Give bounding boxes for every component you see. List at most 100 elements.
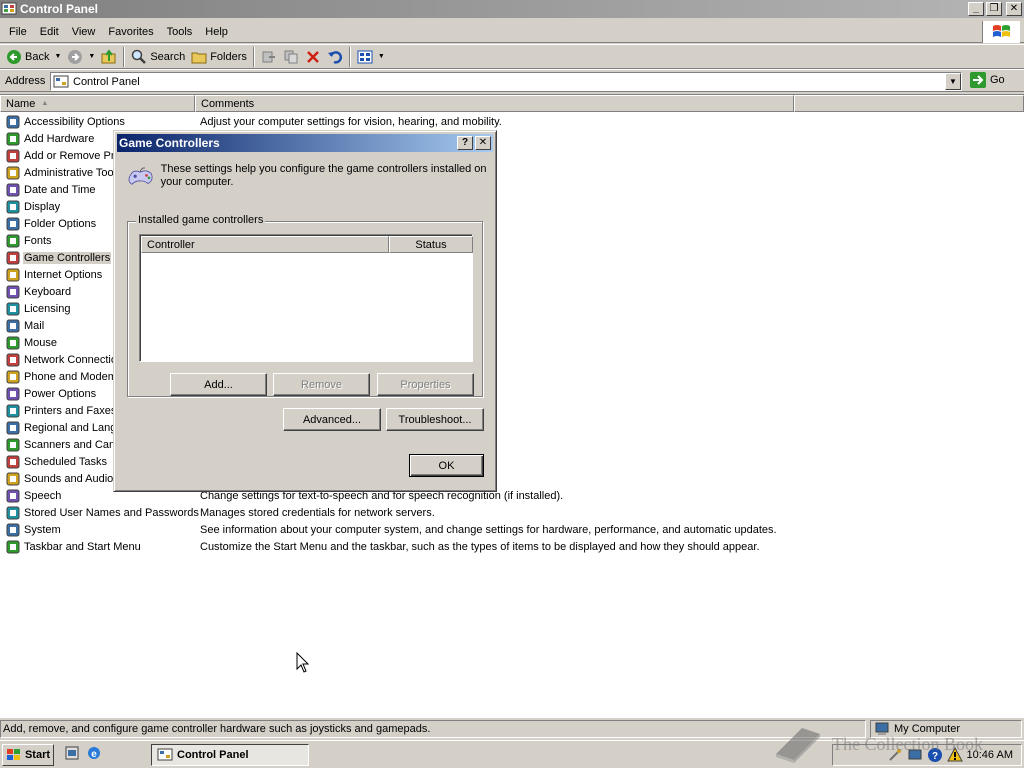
tray-network-icon[interactable] bbox=[907, 747, 923, 763]
column-header-status[interactable]: Status bbox=[389, 236, 473, 253]
list-item-label: Network Connectio bbox=[24, 353, 117, 366]
list-item-name[interactable]: Power Options bbox=[5, 386, 97, 402]
up-folder-button[interactable] bbox=[98, 46, 120, 68]
list-item-label: Add or Remove Pro bbox=[24, 149, 121, 162]
address-field[interactable]: Control Panel ▼ bbox=[50, 72, 962, 91]
search-button[interactable]: Search bbox=[128, 46, 188, 68]
column-header-controller[interactable]: Controller bbox=[141, 236, 389, 253]
dialog-help-button[interactable]: ? bbox=[457, 136, 473, 150]
tray-help-icon[interactable]: ? bbox=[927, 747, 943, 763]
windows-logo-icon bbox=[982, 21, 1020, 43]
dialog-title-bar[interactable]: Game Controllers ? ✕ bbox=[117, 134, 493, 152]
internet-explorer-icon[interactable]: e bbox=[86, 745, 102, 761]
list-item-name[interactable]: Fonts bbox=[5, 233, 53, 249]
move-to-button[interactable] bbox=[258, 46, 280, 68]
copy-to-button[interactable] bbox=[280, 46, 302, 68]
list-item-name[interactable]: Game Controllers bbox=[5, 250, 112, 266]
tray-utility-icon[interactable] bbox=[887, 747, 903, 763]
undo-button[interactable] bbox=[324, 46, 346, 68]
start-label: Start bbox=[24, 749, 51, 761]
remove-button[interactable]: Remove bbox=[273, 373, 370, 396]
list-item-name[interactable]: Printers and Faxes bbox=[5, 403, 117, 419]
list-item-name[interactable]: System bbox=[5, 522, 62, 538]
back-button[interactable]: Back ▼ bbox=[3, 46, 64, 68]
list-item-name[interactable]: Speech bbox=[5, 488, 62, 504]
list-item-label: Taskbar and Start Menu bbox=[24, 540, 141, 553]
list-item-name[interactable]: Folder Options bbox=[5, 216, 97, 232]
list-item-name[interactable]: Add or Remove Pro bbox=[5, 148, 122, 164]
list-item-name[interactable]: Add Hardware bbox=[5, 131, 95, 147]
clock[interactable]: 10:46 AM bbox=[967, 749, 1013, 761]
go-button[interactable]: Go bbox=[970, 72, 1005, 88]
column-header-name[interactable]: Name ▲ bbox=[0, 95, 195, 112]
menu-help[interactable]: Help bbox=[200, 26, 236, 38]
list-item-name[interactable]: Scheduled Tasks bbox=[5, 454, 108, 470]
list-item-name[interactable]: Taskbar and Start Menu bbox=[5, 539, 142, 555]
minimize-button[interactable]: _ bbox=[968, 2, 984, 16]
list-item-name[interactable]: Keyboard bbox=[5, 284, 72, 300]
list-item-name[interactable]: Administrative Too bbox=[5, 165, 115, 181]
folders-button[interactable]: Folders bbox=[188, 46, 250, 68]
controllers-list[interactable]: Controller Status bbox=[139, 234, 473, 362]
add-button-label: Add... bbox=[204, 378, 233, 391]
properties-button[interactable]: Properties bbox=[377, 373, 474, 396]
list-item-name[interactable]: Stored User Names and Passwords bbox=[5, 505, 200, 521]
server-management-icon[interactable] bbox=[64, 745, 80, 761]
status-main-panel: Add, remove, and configure game controll… bbox=[0, 720, 866, 738]
advanced-button[interactable]: Advanced... bbox=[283, 408, 381, 431]
close-button[interactable]: ✕ bbox=[1006, 2, 1022, 16]
list-item[interactable]: System See information about your compute… bbox=[0, 521, 1024, 538]
forward-dropdown-icon[interactable]: ▼ bbox=[88, 53, 95, 60]
forward-button[interactable]: ▼ bbox=[64, 46, 98, 68]
add-remove-programs-icon bbox=[6, 149, 20, 162]
list-item-name[interactable]: Licensing bbox=[5, 301, 71, 317]
list-item-name[interactable]: Mail bbox=[5, 318, 45, 334]
address-bar: Address Control Panel ▼ Go bbox=[0, 69, 1024, 92]
list-item-name[interactable]: Internet Options bbox=[5, 267, 103, 283]
menu-favorites[interactable]: Favorites bbox=[103, 26, 161, 38]
list-item-label: Scheduled Tasks bbox=[24, 455, 107, 468]
tray-security-warning-icon[interactable] bbox=[946, 747, 963, 763]
add-button[interactable]: Add... bbox=[170, 373, 267, 396]
undo-icon bbox=[327, 50, 342, 64]
list-item[interactable]: Taskbar and Start Menu Customize the Star… bbox=[0, 538, 1024, 555]
list-item-name[interactable]: Regional and Langu bbox=[5, 420, 123, 436]
delete-button[interactable] bbox=[302, 46, 324, 68]
views-button[interactable]: ▼ bbox=[354, 46, 388, 68]
list-item-name[interactable]: Network Connectio bbox=[5, 352, 118, 368]
menu-file[interactable]: File bbox=[4, 26, 35, 38]
start-button[interactable]: Start bbox=[2, 744, 54, 766]
list-item-name[interactable]: Sounds and Audio bbox=[5, 471, 114, 487]
menu-edit[interactable]: Edit bbox=[35, 26, 67, 38]
menu-tools[interactable]: Tools bbox=[162, 26, 201, 38]
list-item-name[interactable]: Phone and Modem bbox=[5, 369, 118, 385]
ok-button[interactable]: OK bbox=[409, 454, 484, 477]
list-item-name[interactable]: Date and Time bbox=[5, 182, 97, 198]
folders-icon bbox=[191, 52, 207, 63]
troubleshoot-button[interactable]: Troubleshoot... bbox=[386, 408, 484, 431]
restore-button[interactable]: ❐ bbox=[986, 2, 1002, 16]
list-item-name[interactable]: Accessibility Options bbox=[5, 114, 126, 130]
list-item-name[interactable]: Display bbox=[5, 199, 61, 215]
taskbar-control-panel[interactable]: Control Panel bbox=[151, 744, 309, 766]
advanced-button-label: Advanced... bbox=[302, 413, 362, 426]
back-label: Back bbox=[25, 50, 50, 63]
column-header-comments[interactable]: Comments bbox=[195, 95, 794, 112]
list-item-label: Mail bbox=[24, 319, 45, 332]
views-dropdown-icon[interactable]: ▼ bbox=[378, 53, 385, 60]
go-arrow-icon bbox=[970, 72, 986, 88]
list-item-name[interactable]: Mouse bbox=[5, 335, 58, 351]
list-item-name[interactable]: Scanners and Cam bbox=[5, 437, 119, 453]
list-item[interactable]: Accessibility Options Adjust your compute… bbox=[0, 113, 1024, 130]
menu-view[interactable]: View bbox=[67, 26, 104, 38]
dialog-close-button[interactable]: ✕ bbox=[475, 136, 491, 150]
speech-icon bbox=[6, 489, 20, 502]
delete-icon bbox=[307, 50, 319, 63]
address-label: Address bbox=[5, 74, 46, 87]
list-item[interactable]: Stored User Names and Passwords Manages s… bbox=[0, 504, 1024, 521]
address-dropdown-icon[interactable]: ▼ bbox=[945, 73, 961, 90]
back-dropdown-icon[interactable]: ▼ bbox=[54, 53, 61, 60]
stored-credentials-icon bbox=[6, 506, 20, 519]
status-bar: Add, remove, and configure game controll… bbox=[0, 719, 1024, 739]
window-title-bar[interactable]: Control Panel _ ❐ ✕ bbox=[0, 0, 1024, 18]
